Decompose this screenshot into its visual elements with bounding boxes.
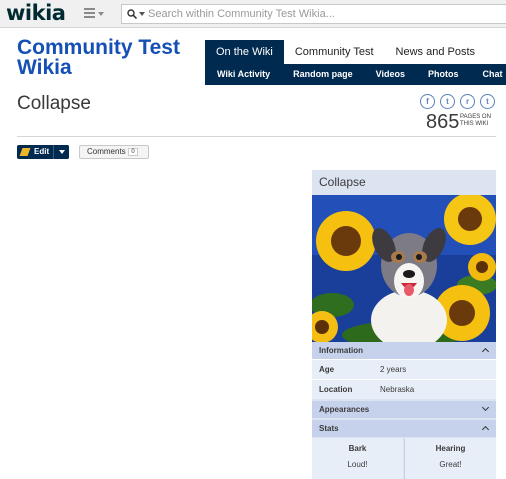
infobox-image[interactable] [312, 195, 496, 342]
search-input[interactable] [148, 6, 498, 22]
wiki-tabs: On the Wiki Community Test News and Post… [205, 40, 486, 64]
edit-button-label: Edit [34, 147, 50, 156]
subnav-random-page[interactable]: Random page [293, 64, 353, 85]
infobox-section-stats-label: Stats [319, 424, 339, 433]
pencil-icon [19, 148, 31, 156]
infobox-row-age: Age 2 years [312, 359, 496, 379]
pages-count: 865 [426, 111, 460, 133]
reddit-icon[interactable]: r [460, 94, 475, 109]
infobox-section-appearances-label: Appearances [319, 405, 370, 414]
wiki-subnav: Wiki Activity Random page Videos Photos … [205, 64, 506, 85]
chevron-down-icon [481, 403, 490, 412]
tumblr-icon[interactable]: t [480, 94, 495, 109]
hamburger-menu-icon[interactable] [84, 8, 106, 20]
chevron-up-icon [481, 425, 490, 434]
infobox-row-value: Nebraska [380, 385, 415, 394]
sunflower-right-top [444, 195, 496, 245]
search-box [121, 4, 506, 24]
subnav-photos[interactable]: Photos [428, 64, 459, 85]
chevron-down-icon [59, 150, 65, 154]
infobox-section-stats[interactable]: Stats [312, 420, 496, 437]
infobox-stat-label: Bark [348, 444, 367, 453]
edit-dropdown-button[interactable] [53, 145, 69, 159]
infobox-section-appearances[interactable]: Appearances [312, 401, 496, 418]
infobox-row-value: 2 years [380, 365, 407, 374]
sunflower-left-top [316, 211, 376, 271]
infobox-section-information[interactable]: Information [312, 342, 496, 359]
dog-sunflowers-image [312, 195, 496, 342]
infobox-row-label: Location [319, 385, 353, 394]
header-divider [17, 136, 496, 137]
twitter-icon[interactable]: t [440, 94, 455, 109]
infobox-row-label: Age [319, 365, 335, 374]
wiki-title[interactable]: Community Test Wikia [17, 37, 197, 78]
comments-count-badge: 0 [128, 148, 138, 156]
wikia-logo[interactable]: wikia [6, 1, 66, 25]
pages-count-label: PAGES ON THIS WIKI [460, 114, 491, 127]
search-icon[interactable] [127, 9, 137, 19]
infobox: Collapse Information Age 2 years Locatio… [312, 170, 496, 479]
infobox-stat-hearing: Hearing Great! [404, 438, 496, 479]
infobox-section-information-label: Information [319, 346, 363, 355]
infobox-stat-label: Hearing [435, 444, 466, 453]
chevron-up-icon [481, 347, 490, 356]
subnav-videos[interactable]: Videos [376, 64, 405, 85]
infobox-row-location: Location Nebraska [312, 379, 496, 399]
infobox-stat-value: Great! [439, 460, 462, 469]
tab-community-test[interactable]: Community Test [284, 40, 385, 64]
infobox-stat-bark: Bark Loud! [312, 438, 403, 479]
infobox-stat-value: Loud! [347, 460, 368, 469]
subnav-chat[interactable]: Chat [482, 64, 502, 85]
tab-news-and-posts[interactable]: News and Posts [385, 40, 486, 64]
search-scope-caret-icon[interactable] [139, 12, 145, 16]
comments-button-label: Comments [87, 147, 126, 156]
tab-on-the-wiki[interactable]: On the Wiki [205, 40, 284, 64]
subnav-wiki-activity[interactable]: Wiki Activity [217, 64, 270, 85]
global-nav: wikia [0, 0, 506, 28]
comments-button[interactable]: Comments 0 [79, 145, 149, 159]
page-title: Collapse [17, 93, 91, 114]
facebook-icon[interactable]: f [420, 94, 435, 109]
infobox-title: Collapse [319, 175, 366, 189]
sunflower-right-mid [468, 253, 496, 281]
